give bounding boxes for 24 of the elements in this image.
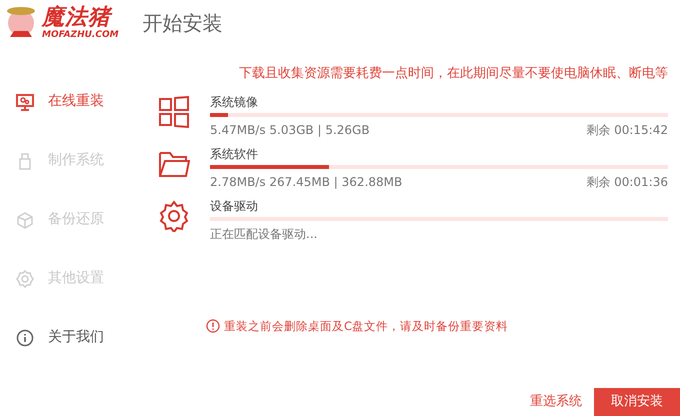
transfer-stats: 正在匹配设备驱动...	[210, 226, 318, 242]
warning-icon	[206, 319, 220, 334]
gear-icon	[16, 270, 34, 288]
sidebar-item[interactable]: 在线重装	[0, 72, 150, 131]
task-name: 系统软件	[210, 146, 259, 162]
gear-icon	[158, 200, 190, 232]
logo-text: 魔法猪	[42, 6, 114, 30]
sidebar-item[interactable]: 关于我们	[0, 308, 150, 367]
time-remaining: 剩余 00:15:42	[586, 122, 668, 138]
warning-text: 重装之前会删除桌面及C盘文件，请及时备份重要资料	[224, 318, 508, 334]
reselect-link[interactable]: 重选系统	[530, 392, 582, 412]
cancel-button[interactable]: 取消安装	[594, 388, 680, 416]
monitor-icon	[16, 92, 34, 110]
task-name: 设备驱动	[210, 198, 259, 214]
notice-text: 下载且收集资源需要耗费一点时间，在此期间尽量不要使电脑休眠、断电等	[238, 65, 668, 83]
windows-icon	[158, 96, 190, 128]
page-title: 开始安装	[142, 10, 223, 37]
cube-icon	[16, 210, 34, 228]
transfer-stats: 5.47MB/s 5.03GB | 5.26GB	[210, 122, 370, 138]
info-icon	[16, 328, 34, 346]
logo-domain: MOFAZHU.COM	[42, 30, 119, 40]
transfer-stats: 2.78MB/s 267.45MB | 362.88MB	[210, 174, 402, 190]
time-remaining: 剩余 00:01:36	[586, 174, 668, 190]
task-name: 系统镜像	[210, 94, 259, 110]
